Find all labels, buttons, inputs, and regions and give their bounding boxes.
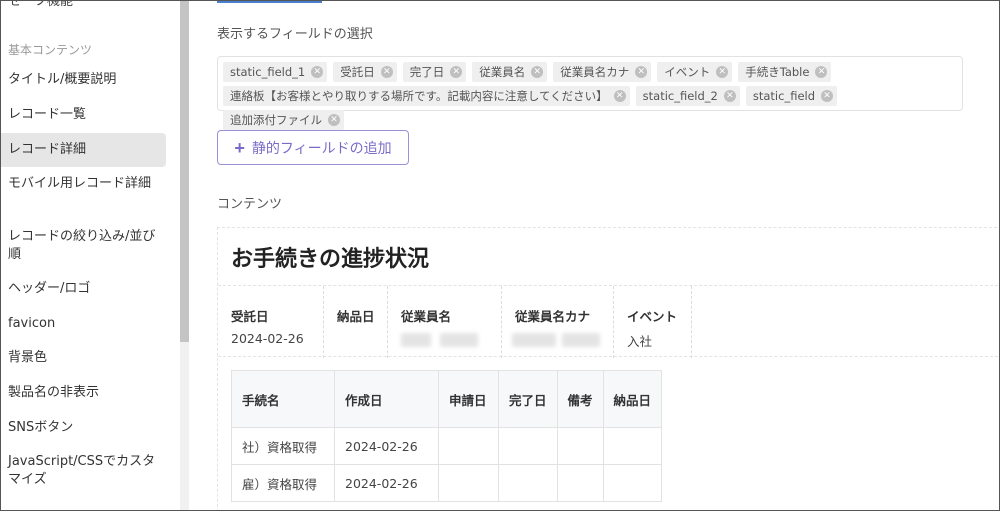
remove-chip-icon[interactable]: ✕ (613, 90, 626, 102)
field-chip: 連絡板【お客様とやり取りする場所です。記載内容に注意してください】 ✕ (223, 86, 630, 106)
sidebar-item-record-list[interactable]: レコード一覧 (0, 106, 166, 124)
remove-chip-icon[interactable]: ✕ (815, 66, 828, 78)
field-chip-label: 従業員名カナ (560, 65, 630, 79)
sidebar-section-basic: 基本コンテンツ (8, 43, 93, 57)
remove-chip-icon[interactable]: ✕ (450, 66, 463, 78)
sidebar-item-sns[interactable]: SNSボタン (0, 419, 166, 437)
field-chip-label: 受託日 (340, 65, 375, 79)
preview-title: お手続きの進捗状況 (231, 247, 430, 272)
remove-chip-icon[interactable]: ✕ (635, 66, 648, 78)
redacted-value (512, 333, 556, 347)
field-select-input[interactable]: static_field_1 ✕ 受託日 ✕ 完了日 ✕ 従業員名 ✕ 従業員名カナ ✕ … (217, 56, 963, 130)
remove-chip-icon[interactable]: ✕ (328, 114, 340, 126)
content-preview: お手続きの進捗状況 受託日 2024-02-26 納品日 従業員名 従業員名カナ (217, 227, 1000, 511)
column-header: 納品日 (602, 370, 663, 428)
plus-icon: + (234, 137, 245, 158)
remove-chip-icon[interactable]: ✕ (531, 66, 544, 78)
field-chip: 従業員名 ✕ (472, 62, 548, 82)
table-cell: 2024-02-26 (334, 464, 439, 502)
field-row: 受託日 2024-02-26 納品日 従業員名 従業員名カナ イベント 入社 (218, 285, 1000, 358)
content-section-label: コンテンツ (217, 197, 283, 212)
field-select-label: 表示するフィールドの選択 (217, 27, 373, 42)
field-chip-label: 連絡板【お客様とやり取りする場所です。記載内容に注意してください】 (230, 89, 608, 103)
table-row: 社）資格取得 2024-02-26 (231, 427, 663, 465)
column-header: 作成日 (334, 370, 439, 428)
main-content: 表示するフィールドの選択 static_field_1 ✕ 受託日 ✕ 完了日 ✕ 従… (189, 0, 1000, 511)
table-cell: 雇）資格取得 (231, 464, 335, 502)
field-event: イベント 入社 (614, 286, 692, 358)
field-chip-label: static_field_2 (642, 89, 718, 103)
table-cell (556, 464, 604, 502)
column-header: 申請日 (438, 370, 499, 428)
field-chip: 完了日 ✕ (402, 62, 467, 82)
remove-chip-icon[interactable]: ✕ (380, 66, 393, 78)
sidebar-scrollbar-thumb[interactable] (180, 0, 189, 342)
remove-chip-icon[interactable]: ✕ (716, 66, 729, 78)
sidebar-item-js-css[interactable]: JavaScript/CSSでカスタマイズ (0, 453, 166, 489)
field-label: イベント (627, 309, 678, 324)
field-employee-name: 従業員名 (388, 286, 502, 358)
field-chip-label: 完了日 (409, 65, 445, 79)
sidebar-item-mobile-detail[interactable]: モバイル用レコード詳細 (0, 175, 166, 211)
field-chip: static_field_2 ✕ (635, 86, 740, 106)
table-cell: 社）資格取得 (231, 427, 335, 465)
field-chip: 従業員名カナ ✕ (553, 62, 652, 82)
field-value: 2024-02-26 (231, 331, 304, 346)
field-chip: static_field ✕ (745, 86, 838, 106)
sidebar-item-record-detail[interactable]: レコード詳細 (0, 133, 166, 167)
remove-chip-icon[interactable]: ✕ (311, 66, 324, 78)
table-cell (438, 464, 499, 502)
remove-chip-icon[interactable]: ✕ (723, 90, 736, 102)
field-chip-label: 追加添付ファイル (230, 113, 322, 127)
field-label: 従業員名カナ (515, 309, 591, 324)
sidebar-item-favicon[interactable]: favicon (0, 315, 166, 333)
field-label: 受託日 (231, 309, 269, 324)
sidebar-item-background[interactable]: 背景色 (0, 349, 166, 367)
field-label: 納品日 (337, 309, 375, 324)
sidebar: セ一フ機能 基本コンテンツ タイトル/概要説明 レコード一覧 レコード詳細 モバ… (0, 0, 180, 511)
sidebar-item-title[interactable]: タイトル/概要説明 (0, 71, 166, 89)
column-header: 完了日 (498, 370, 558, 428)
table-cell (438, 427, 499, 465)
add-static-field-button[interactable]: + 静的フィールドの追加 (217, 130, 409, 165)
table-cell (602, 427, 663, 465)
field-label: 従業員名 (401, 309, 452, 324)
table-cell: 2024-02-26 (334, 427, 439, 465)
table-cell (602, 464, 663, 502)
sidebar-item-filter-sort[interactable]: レコードの絞り込み/並び順 (0, 228, 166, 264)
remove-chip-icon[interactable]: ✕ (821, 90, 834, 102)
redacted-value (562, 333, 600, 347)
active-tab-indicator (217, 0, 322, 3)
column-header: 備考 (556, 370, 604, 428)
field-employee-kana: 従業員名カナ (502, 286, 614, 358)
field-chip: イベント ✕ (657, 62, 733, 82)
table-cell (556, 427, 604, 465)
field-chip-label: イベント (664, 65, 711, 79)
table-header-row: 手続名 作成日 申請日 完了日 備考 納品日 (231, 370, 663, 428)
field-chip-label: static_field (752, 89, 816, 103)
column-header: 手続名 (231, 370, 335, 428)
procedure-table: 手続名 作成日 申請日 完了日 備考 納品日 社）資格取得 2024-02-26 (231, 370, 663, 502)
sidebar-item-hide-product[interactable]: 製品名の非表示 (0, 384, 166, 402)
field-chip-label: static_field_1 (230, 65, 306, 79)
field-chip-label: 手続きTable (745, 65, 810, 79)
add-static-field-label: 静的フィールドの追加 (251, 139, 392, 156)
field-chip: 受託日 ✕ (333, 62, 397, 82)
redacted-value (401, 333, 431, 347)
redacted-value (440, 333, 478, 347)
field-chip: 追加添付ファイル ✕ (223, 110, 344, 130)
field-received-date: 受託日 2024-02-26 (218, 286, 324, 358)
table-cell (498, 427, 558, 465)
table-cell (498, 464, 558, 502)
field-chip-label: 従業員名 (479, 65, 526, 79)
field-delivery-date: 納品日 (324, 286, 388, 358)
table-row: 雇）資格取得 2024-02-26 (231, 464, 663, 502)
field-value: 入社 (627, 334, 653, 349)
field-chip: static_field_1 ✕ (223, 62, 328, 82)
sidebar-item-cut[interactable]: セ一フ機能 (8, 0, 73, 9)
field-chip: 手続きTable ✕ (738, 62, 832, 82)
sidebar-item-header-logo[interactable]: ヘッダー/ロゴ (0, 280, 166, 298)
